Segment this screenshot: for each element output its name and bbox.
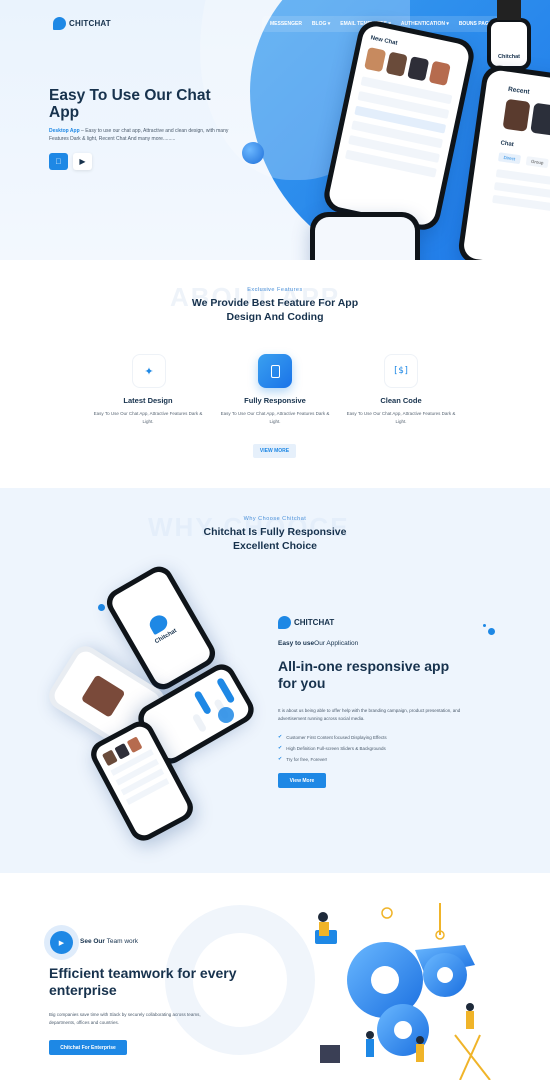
- brand-logo[interactable]: CHITCHAT: [53, 17, 111, 30]
- feature-desc-latest-design: Easy To Use Our Chat App, Attractive Fea…: [93, 411, 203, 424]
- teamwork-illustration: [275, 895, 535, 1080]
- group-tab: Group: [525, 156, 550, 169]
- check-text: High Definition Full-screen Sliders & Ba…: [286, 745, 386, 751]
- mobile-icon: [270, 364, 280, 378]
- latest-design-icon-box: ✦: [132, 354, 166, 388]
- why-view-more-button[interactable]: View More: [278, 773, 326, 788]
- why-kicker: Why Choose Chitchat: [243, 516, 307, 522]
- check-text: Customer First Content focused Displayin…: [286, 734, 387, 740]
- deco-dot: [483, 624, 486, 627]
- check-item: ✔ Try for free, Forever!: [278, 756, 327, 762]
- watch-strap: [497, 0, 521, 20]
- play-icon: ▶: [58, 939, 65, 947]
- code-icon: [$]: [392, 366, 410, 376]
- feature-title-clean-code: Clean Code: [380, 396, 422, 405]
- team-heading: Efficient teamwork for every enterprise: [49, 965, 237, 998]
- play-icon: ▶: [79, 157, 86, 166]
- team-description: Big companies save time with Slack by se…: [49, 1012, 201, 1025]
- feature-desc-clean-code: Easy To Use Our Chat App, Attractive Fea…: [346, 411, 456, 424]
- feature-desc-fully-responsive: Easy To Use Our Chat App, Attractive Fea…: [220, 411, 330, 424]
- nav-item-authentication[interactable]: AUTHENTICATION ▾: [401, 21, 449, 27]
- check-item: ✔ Customer First Content focused Displayi…: [278, 734, 387, 740]
- deco-dot: [488, 628, 495, 635]
- hero-section: CHITCHAT MESSENGER BLOG ▾ EMAIL TEMPLATE…: [0, 0, 550, 260]
- chitchat-enterprise-button[interactable]: Chitchat For Enterprise: [49, 1040, 127, 1055]
- chat-bubble-icon: [53, 17, 66, 30]
- gears-illustration: [315, 903, 491, 1080]
- clean-code-icon-box: [$]: [384, 354, 418, 388]
- check-icon: ✔: [278, 734, 283, 740]
- check-icon: ✔: [278, 745, 283, 751]
- deco-dot: [98, 604, 105, 611]
- why-sub-rest: Our Application: [314, 640, 359, 647]
- why-brand: CHITCHAT: [278, 616, 334, 629]
- why-description: It is about us being able to offer help …: [278, 708, 461, 721]
- check-icon: ✔: [278, 756, 283, 762]
- apple-store-button[interactable]: : [49, 153, 68, 170]
- features-kicker: Exclusive Features: [247, 287, 303, 293]
- feature-title-latest-design: Latest Design: [123, 396, 173, 405]
- team-play-button[interactable]: ▶: [50, 931, 73, 954]
- feature-title-fully-responsive: Fully Responsive: [244, 396, 306, 405]
- why-sub-bold: Easy to use: [278, 640, 315, 647]
- smartwatch-mockup: Chitchat: [487, 18, 531, 70]
- fully-responsive-icon-box: [258, 354, 292, 388]
- team-play-rest: Team work: [104, 938, 139, 945]
- apple-icon: : [56, 157, 62, 166]
- play-store-button[interactable]: ▶: [73, 153, 92, 170]
- wand-icon: ✦: [144, 365, 154, 378]
- why-heading: All-in-one responsive app for you: [278, 658, 450, 691]
- check-item: ✔ High Definition Full-screen Sliders & B…: [278, 745, 386, 751]
- nav-item-blog[interactable]: BLOG ▾: [312, 21, 330, 27]
- check-text: Try for free, Forever!: [286, 756, 328, 762]
- direct-tab: Direct: [497, 152, 521, 165]
- why-brand-name: CHITCHAT: [294, 618, 335, 627]
- chat-bubble-icon: [278, 616, 291, 629]
- team-play-label: See Our Team work: [80, 938, 138, 945]
- hero-title: Easy To Use Our Chat App: [49, 87, 211, 121]
- hero-description: Desktop App – Easy to use our chat app, …: [49, 127, 234, 143]
- nav-item-messenger[interactable]: MESSENGER: [270, 21, 302, 27]
- why-orb: [218, 707, 234, 723]
- hero-phone-bottom: [310, 212, 420, 260]
- why-title: Chitchat Is Fully Responsive Excellent C…: [203, 526, 347, 552]
- hero-desc-highlight: Desktop App: [49, 128, 80, 134]
- hero-orb: [242, 142, 264, 164]
- why-subtitle: Easy to useOur Application: [278, 640, 358, 647]
- features-title: We Provide Best Feature For App Design A…: [191, 297, 359, 323]
- team-play-bold: See Our: [80, 938, 105, 945]
- view-more-button[interactable]: VIEW MORE: [253, 444, 296, 458]
- brand-name: CHITCHAT: [69, 19, 111, 28]
- watch-label: Chitchat: [498, 54, 520, 60]
